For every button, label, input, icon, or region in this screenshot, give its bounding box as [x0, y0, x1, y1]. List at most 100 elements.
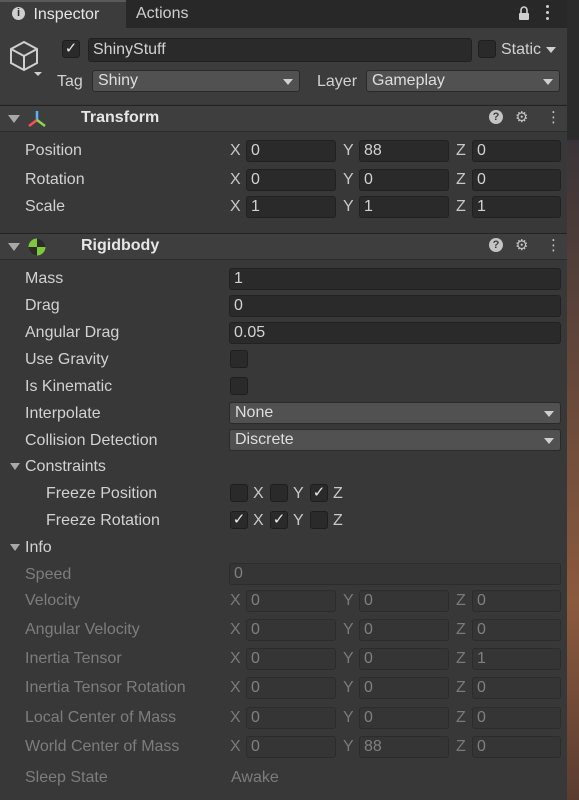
tab-bar: i Inspector Actions: [0, 0, 567, 28]
scale-x-input[interactable]: 1: [246, 196, 336, 218]
tab-inspector[interactable]: i Inspector: [0, 0, 126, 28]
axis-y-label: Y: [343, 171, 354, 188]
inertia-tensor-z-input: 1: [472, 648, 561, 670]
foldout-arrow-icon[interactable]: [8, 115, 20, 123]
freeze-position-label: Freeze Position: [46, 485, 158, 502]
sleep-state-label: Sleep State: [25, 769, 108, 786]
inertia-tensor-y-input: 0: [359, 648, 449, 670]
velocity-y-input: 0: [359, 590, 449, 612]
position-y-input[interactable]: 88: [359, 140, 449, 162]
axis-z-label: Z: [456, 679, 466, 696]
use-gravity-checkbox[interactable]: [230, 350, 248, 368]
freeze-rotation-x-checkbox[interactable]: ✓: [230, 511, 248, 529]
lock-icon[interactable]: [518, 6, 530, 21]
freeze-rotation-label: Freeze Rotation: [46, 512, 160, 529]
axis-z-label: Z: [456, 592, 466, 609]
transform-icon: [28, 111, 46, 127]
local-center-of-mass-z-input: 0: [472, 707, 561, 729]
static-dropdown-icon[interactable]: [546, 47, 556, 53]
rotation-x-input[interactable]: 0: [246, 169, 336, 191]
gameobject-cube-icon[interactable]: [8, 38, 42, 76]
chevron-down-icon: [283, 79, 293, 85]
presets-icon[interactable]: ⚙: [515, 236, 528, 254]
object-name-input[interactable]: ShinyStuff: [88, 38, 472, 62]
constraints-foldout-icon[interactable]: [10, 463, 20, 470]
position-x-input[interactable]: 0: [246, 140, 336, 162]
axis-z-label: Z: [456, 171, 466, 188]
axis-x-label: X: [253, 512, 264, 529]
tab-actions[interactable]: Actions: [126, 0, 226, 28]
freeze-rotation-y-checkbox[interactable]: ✓: [270, 511, 288, 529]
info-label[interactable]: Info: [25, 539, 52, 557]
check-icon: ✓: [64, 40, 78, 57]
constraints-label[interactable]: Constraints: [25, 458, 106, 476]
rigidbody-header[interactable]: Rigidbody ? ⚙ ⋮: [0, 233, 567, 260]
axis-y-label: Y: [343, 709, 354, 726]
static-checkbox[interactable]: [478, 40, 496, 58]
collision-detection-label: Collision Detection: [25, 432, 158, 449]
tab-inspector-label: Inspector: [33, 6, 100, 23]
object-header: ✓ ShinyStuff Static Tag Shiny Layer Game…: [0, 28, 567, 104]
drag-input[interactable]: 0: [229, 295, 561, 317]
freeze-position-z-checkbox[interactable]: ✓: [310, 484, 328, 502]
interpolate-value: None: [235, 404, 274, 421]
check-icon: ✓: [272, 511, 286, 528]
axis-y-label: Y: [343, 142, 354, 159]
world-center-of-mass-x-input: 0: [246, 736, 336, 758]
foldout-arrow-icon[interactable]: [8, 243, 20, 251]
scale-y-input[interactable]: 1: [359, 196, 449, 218]
tag-dropdown[interactable]: Shiny: [92, 70, 300, 92]
local-center-of-mass-label: Local Center of Mass: [25, 709, 177, 726]
chevron-down-icon: [543, 79, 553, 85]
kebab-menu-icon[interactable]: ⋮: [546, 108, 561, 126]
angular-drag-label: Angular Drag: [25, 324, 120, 341]
inertia-tensor-rotation-y-input: 0: [359, 677, 449, 699]
inertia-tensor-rotation-z-input: 0: [472, 677, 561, 699]
axis-x-label: X: [253, 485, 264, 502]
tag-label: Tag: [57, 73, 83, 90]
axis-z-label: Z: [456, 650, 466, 667]
axis-x-label: X: [230, 738, 241, 755]
is-kinematic-label: Is Kinematic: [25, 378, 113, 395]
layer-dropdown[interactable]: Gameplay: [366, 70, 560, 92]
help-icon[interactable]: ?: [489, 238, 503, 252]
info-foldout-icon[interactable]: [10, 544, 20, 551]
tag-value: Shiny: [98, 72, 139, 89]
collision-detection-dropdown[interactable]: Discrete: [229, 429, 561, 451]
axis-x-label: X: [230, 171, 241, 188]
is-kinematic-checkbox[interactable]: [230, 377, 248, 395]
axis-y-label: Y: [293, 512, 304, 529]
axis-x-label: X: [230, 198, 241, 215]
local-center-of-mass-x-input: 0: [246, 707, 336, 729]
transform-header[interactable]: Transform ? ⚙ ⋮: [0, 105, 567, 132]
kebab-menu-icon[interactable]: ⋮: [546, 236, 561, 254]
presets-icon[interactable]: ⚙: [515, 108, 528, 126]
axis-z-label: Z: [456, 709, 466, 726]
static-label[interactable]: Static: [501, 41, 541, 59]
freeze-position-y-checkbox[interactable]: [270, 484, 288, 502]
freeze-position-x-checkbox[interactable]: [230, 484, 248, 502]
rotation-z-input[interactable]: 0: [472, 169, 561, 191]
freeze-rotation-z-checkbox[interactable]: [310, 511, 328, 529]
layer-label: Layer: [317, 73, 358, 90]
mass-input[interactable]: 1: [229, 268, 561, 290]
axis-x-label: X: [230, 679, 241, 696]
help-icon[interactable]: ?: [489, 110, 503, 124]
angular-velocity-z-input: 0: [472, 619, 561, 641]
kebab-menu-icon[interactable]: [546, 5, 550, 23]
use-gravity-label: Use Gravity: [25, 351, 109, 368]
rotation-y-input[interactable]: 0: [359, 169, 449, 191]
position-z-input[interactable]: 0: [472, 140, 561, 162]
axis-z-label: Z: [456, 738, 466, 755]
axis-x-label: X: [230, 650, 241, 667]
scale-z-input[interactable]: 1: [472, 196, 561, 218]
object-active-checkbox[interactable]: ✓: [62, 40, 80, 58]
axis-y-label: Y: [343, 738, 354, 755]
axis-x-label: X: [230, 142, 241, 159]
tab-actions-label: Actions: [136, 5, 189, 22]
interpolate-dropdown[interactable]: None: [229, 402, 561, 424]
mass-label: Mass: [25, 270, 64, 287]
collision-detection-value: Discrete: [235, 431, 294, 448]
angular-drag-input[interactable]: 0.05: [229, 322, 561, 344]
axis-y-label: Y: [343, 679, 354, 696]
